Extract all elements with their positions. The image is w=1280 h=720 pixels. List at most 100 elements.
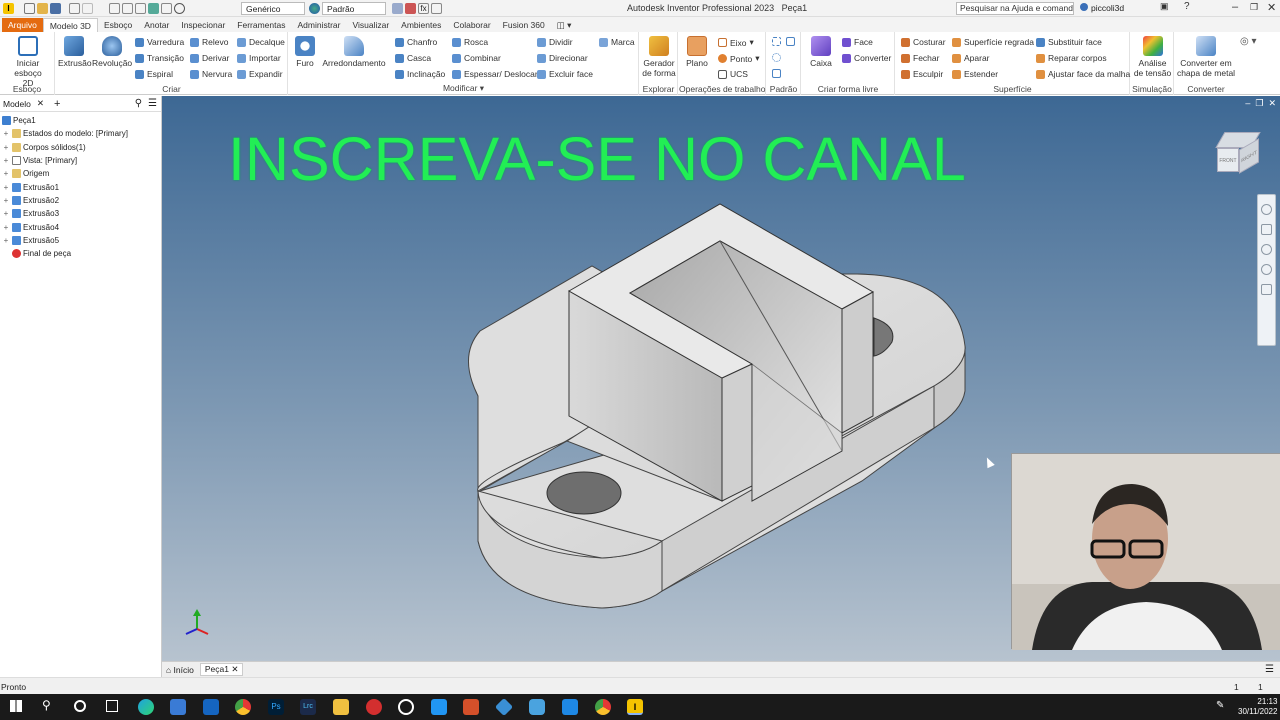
- stitch-button[interactable]: Costurar: [901, 37, 946, 47]
- rect-pattern-icon[interactable]: [772, 37, 781, 46]
- tab-home[interactable]: ⌂ Início: [166, 665, 194, 675]
- shape-generator-button[interactable]: Gerador de forma: [642, 36, 676, 78]
- stress-analysis-button[interactable]: Análise de tensão: [1133, 36, 1172, 78]
- help-icon[interactable]: ?: [1184, 1, 1190, 12]
- tree-node-extrusion[interactable]: + Extrusão1: [2, 180, 161, 193]
- cart-icon[interactable]: ▣: [1160, 1, 1169, 12]
- measure-icon[interactable]: [161, 3, 172, 14]
- save-icon[interactable]: [50, 3, 61, 14]
- freeform-face-button[interactable]: Face: [842, 37, 873, 47]
- tree-node-extrusion[interactable]: + Extrusão5: [2, 234, 161, 247]
- extend-button[interactable]: Estender: [952, 69, 998, 79]
- split-button[interactable]: Dividir: [537, 37, 573, 47]
- expand-icon[interactable]: +: [2, 223, 10, 232]
- rib-button[interactable]: Nervura: [190, 69, 232, 79]
- appearance-icon[interactable]: [174, 3, 185, 14]
- photos-icon[interactable]: [431, 699, 447, 715]
- ucs-button[interactable]: UCS: [718, 69, 748, 79]
- undo-icon[interactable]: [69, 3, 80, 14]
- expand-icon[interactable]: +: [2, 129, 10, 138]
- derive-button[interactable]: Derivar: [190, 53, 229, 63]
- sculpt-button[interactable]: Esculpir: [901, 69, 943, 79]
- app-diamond-icon[interactable]: [494, 697, 514, 717]
- tab-part[interactable]: Peça1 ✕: [199, 663, 244, 676]
- select-icon[interactable]: [135, 3, 146, 14]
- repair-bodies-button[interactable]: Reparar corpos: [1036, 53, 1107, 63]
- viewport-close-icon[interactable]: ✕: [1268, 98, 1276, 108]
- replace-face-button[interactable]: Substituir face: [1036, 37, 1102, 47]
- store-icon[interactable]: [170, 699, 186, 715]
- tabs-menu-icon[interactable]: ☰: [1265, 664, 1274, 675]
- ribbon-options-icon[interactable]: ◎ ▾: [1240, 36, 1257, 47]
- sketch-pattern-icon[interactable]: [772, 69, 781, 78]
- combine-button[interactable]: Combinar: [452, 53, 501, 63]
- help-search-input[interactable]: Pesquisar na Ajuda e comandos...: [956, 2, 1074, 15]
- coil-button[interactable]: Espiral: [135, 69, 173, 79]
- draft-button[interactable]: Inclinação: [395, 69, 445, 79]
- emboss-button[interactable]: Relevo: [190, 37, 228, 47]
- expand-icon[interactable]: +: [2, 143, 10, 152]
- expand-icon[interactable]: +: [2, 196, 10, 205]
- mark-button[interactable]: Marca: [599, 37, 635, 47]
- tree-node-extrusion[interactable]: + Extrusão4: [2, 220, 161, 233]
- freeform-box-button[interactable]: Caixa: [807, 36, 835, 68]
- close-button[interactable]: ✕: [1267, 1, 1276, 14]
- update-icon[interactable]: [122, 3, 133, 14]
- browser-tab-modelo[interactable]: Modelo: [3, 99, 31, 109]
- style-select[interactable]: Padrão: [322, 2, 386, 15]
- open-folder-icon[interactable]: [37, 3, 48, 14]
- menu-icon[interactable]: ☰: [148, 98, 157, 109]
- new-file-icon[interactable]: [24, 3, 35, 14]
- user-account[interactable]: piccoli3d: [1080, 3, 1124, 13]
- minimize-button[interactable]: –: [1232, 1, 1238, 13]
- orbit-icon[interactable]: [1261, 264, 1272, 275]
- inventor-logo-icon[interactable]: I: [3, 3, 14, 14]
- tab-inspecionar[interactable]: Inspecionar: [175, 18, 231, 32]
- inventor-taskbar-icon[interactable]: I: [627, 699, 643, 715]
- decal-button[interactable]: Decalque: [237, 37, 285, 47]
- steering-wheel-icon[interactable]: [1261, 204, 1272, 215]
- tree-node-extrusion[interactable]: + Extrusão3: [2, 207, 161, 220]
- material-icon[interactable]: [148, 3, 159, 14]
- expand-icon[interactable]: +: [2, 156, 10, 165]
- color-icon[interactable]: [392, 3, 403, 14]
- chrome-profile-icon[interactable]: [595, 699, 611, 715]
- app-teal-icon[interactable]: [562, 699, 578, 715]
- redo-icon[interactable]: [82, 3, 93, 14]
- add-icon[interactable]: [431, 3, 442, 14]
- fx-icon[interactable]: fx: [418, 3, 429, 14]
- shell-button[interactable]: Casca: [395, 53, 431, 63]
- loft-button[interactable]: Transição: [135, 53, 184, 63]
- revolve-button[interactable]: Revolução: [92, 36, 132, 68]
- tree-node-model-states[interactable]: + Estados do modelo: [Primary]: [2, 127, 161, 140]
- expand-icon[interactable]: +: [2, 169, 10, 178]
- task-view-icon[interactable]: [106, 700, 118, 712]
- home-icon[interactable]: [109, 3, 120, 14]
- tab-fusion-360[interactable]: Fusion 360: [497, 18, 551, 32]
- search-icon[interactable]: ⚲: [135, 98, 142, 109]
- ruled-surface-button[interactable]: Superfície regrada: [952, 37, 1034, 47]
- view-cube-front[interactable]: FRONT: [1217, 148, 1239, 172]
- thicken-button[interactable]: Espessar/ Deslocar: [452, 69, 538, 79]
- mirror-icon[interactable]: [786, 37, 795, 46]
- close-icon[interactable]: ✕: [231, 664, 238, 674]
- tab-options-icon[interactable]: ◫ ▾: [551, 18, 578, 32]
- expand-icon[interactable]: +: [2, 236, 10, 245]
- graphics-viewport[interactable]: INSCREVA-SE NO CANAL FRONT RIGHT – ❐ ✕: [162, 96, 1280, 661]
- tab-ambientes[interactable]: Ambientes: [395, 18, 447, 32]
- hole-button[interactable]: Furo: [291, 36, 319, 68]
- search-icon[interactable]: ⚲: [42, 698, 51, 712]
- pan-icon[interactable]: [1261, 224, 1272, 235]
- thread-button[interactable]: Rosca: [452, 37, 488, 47]
- app-blue-icon[interactable]: [529, 699, 545, 715]
- opera-icon[interactable]: [366, 699, 382, 715]
- unwrap-button[interactable]: Expandir: [237, 69, 283, 79]
- file-explorer-icon[interactable]: [333, 699, 349, 715]
- slicer-icon[interactable]: [463, 699, 479, 715]
- expand-icon[interactable]: +: [2, 183, 10, 192]
- point-button[interactable]: Ponto ▾: [718, 53, 760, 64]
- photoshop-icon[interactable]: Ps: [268, 699, 284, 715]
- look-at-icon[interactable]: [1261, 284, 1272, 295]
- tab-administrar[interactable]: Administrar: [291, 18, 346, 32]
- viewport-minimize-icon[interactable]: –: [1245, 98, 1250, 108]
